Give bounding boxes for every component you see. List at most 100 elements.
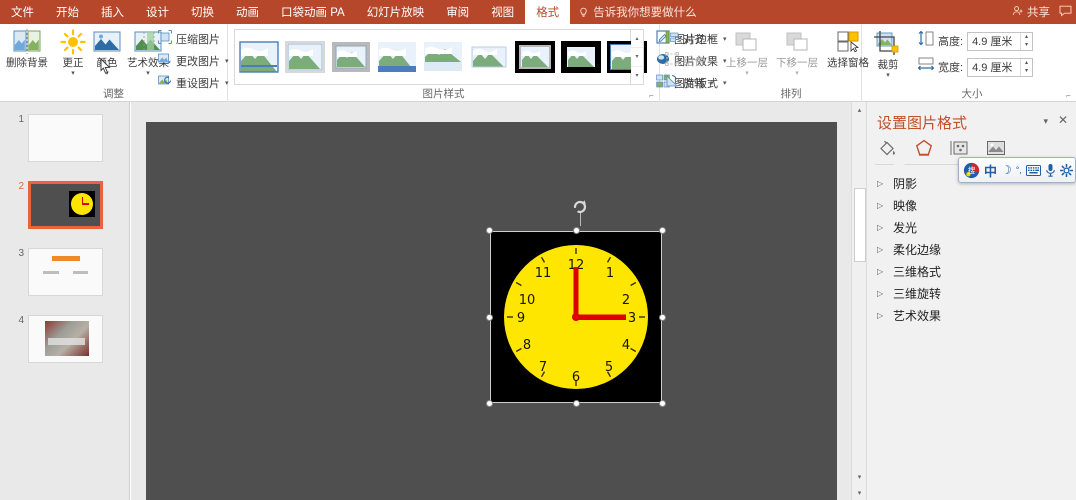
chevron-down-icon[interactable]: ▾	[710, 35, 714, 43]
close-icon[interactable]: ✕	[1058, 113, 1068, 127]
menu-tab-slideshow[interactable]: 幻灯片放映	[356, 0, 436, 24]
picture-style-thumb[interactable]	[331, 41, 371, 73]
resize-handle-s[interactable]	[572, 400, 580, 407]
resize-handle-sw[interactable]	[486, 400, 493, 407]
fill-line-tab[interactable]	[877, 138, 899, 158]
slide-thumbnail-panel[interactable]: 1 2 3 4	[0, 102, 130, 500]
picture-styles-gallery[interactable]	[234, 29, 647, 85]
gallery-scroll-controls[interactable]: ▴ ▾ ▾	[631, 29, 644, 85]
menu-tab-review[interactable]: 审阅	[435, 0, 480, 24]
chevron-down-icon[interactable]: ▾	[71, 70, 75, 77]
picture-selection-frame[interactable]	[485, 200, 667, 408]
picture-styles-dialog-launcher[interactable]: ⌐	[647, 91, 656, 100]
chevron-down-icon[interactable]: ▾	[886, 72, 890, 79]
tell-me-box[interactable]: 告诉我你想要做什么	[570, 0, 705, 24]
resize-handle-nw[interactable]	[486, 227, 493, 234]
rotate-handle-icon[interactable]	[572, 198, 588, 214]
bring-forward-button[interactable]: 上移一层 ▾	[722, 27, 772, 77]
punctuation-icon[interactable]: °,	[1016, 165, 1022, 175]
resize-handle-se[interactable]	[659, 400, 666, 407]
spin-down-icon[interactable]: ▾	[1021, 41, 1032, 50]
slide-thumbnail-1[interactable]: 1	[18, 114, 103, 162]
ime-logo-icon[interactable]: 搜	[963, 162, 980, 179]
spin-down-icon[interactable]: ▾	[1021, 67, 1032, 76]
slide-editing-area[interactable]: 12 1 2 3 4 5 6 7 8 9 10 11	[131, 102, 851, 500]
remove-background-button[interactable]: 删除背景	[3, 27, 51, 69]
slide-thumb-surface[interactable]	[28, 114, 103, 162]
chevron-down-icon[interactable]: ▾	[710, 57, 714, 65]
width-value[interactable]: 4.9 厘米	[968, 59, 1020, 75]
spin-up-icon[interactable]: ▴	[1021, 59, 1032, 68]
ime-floating-toolbar[interactable]: 搜 中 ☽ °,	[958, 157, 1076, 183]
crop-button[interactable]: 裁剪 ▾	[866, 29, 910, 79]
effects-tab[interactable]	[913, 138, 935, 158]
gallery-more-icon[interactable]: ▾	[631, 67, 643, 84]
picture-tab[interactable]	[985, 138, 1007, 158]
scroll-down-icon[interactable]: ▾	[852, 469, 867, 484]
canvas-vertical-scrollbar[interactable]: ▴ ▾ ▾	[851, 102, 866, 500]
picture-style-thumb[interactable]	[239, 41, 279, 73]
section-reflection[interactable]: ▷ 映像	[877, 194, 1067, 216]
compress-picture-button[interactable]: 压缩图片	[157, 29, 222, 49]
size-dialog-launcher[interactable]: ⌐	[1064, 91, 1073, 100]
moon-icon[interactable]: ☽	[1001, 163, 1012, 177]
width-spinner[interactable]: 4.9 厘米 ▴ ▾	[967, 57, 1034, 77]
resize-handle-w[interactable]	[486, 313, 493, 321]
rotate-button[interactable]: 旋转 ▾	[665, 73, 716, 93]
group-button[interactable]: 组合 ▾	[665, 51, 716, 71]
menu-tab-transitions[interactable]: 切换	[180, 0, 225, 24]
ime-settings-icon[interactable]	[1059, 163, 1073, 177]
menu-tab-view[interactable]: 视图	[480, 0, 525, 24]
height-spin-arrows[interactable]: ▴ ▾	[1020, 32, 1032, 50]
section-glow[interactable]: ▷ 发光	[877, 216, 1067, 238]
menu-tab-insert[interactable]: 插入	[90, 0, 135, 24]
chevron-down-icon[interactable]: ▾	[795, 70, 799, 77]
menu-tab-pocket-animation[interactable]: 口袋动画 PA	[270, 0, 356, 24]
resize-handle-e[interactable]	[659, 313, 666, 321]
resize-handle-n[interactable]	[572, 227, 580, 234]
picture-style-thumb[interactable]	[469, 41, 509, 73]
voice-input-icon[interactable]	[1045, 163, 1056, 177]
spin-up-icon[interactable]: ▴	[1021, 33, 1032, 42]
menu-tab-design[interactable]: 设计	[135, 0, 180, 24]
height-spinner[interactable]: 4.9 厘米 ▴ ▾	[967, 31, 1034, 51]
chinese-mode-icon[interactable]: 中	[984, 161, 997, 180]
share-button[interactable]: 共享	[1012, 4, 1050, 20]
menu-tab-file[interactable]: 文件	[0, 0, 45, 24]
chevron-down-icon[interactable]: ▾	[146, 70, 150, 77]
picture-style-thumb[interactable]	[561, 41, 601, 73]
size-properties-tab[interactable]	[949, 138, 971, 158]
chevron-down-icon[interactable]: ▾	[745, 70, 749, 77]
resize-handle-ne[interactable]	[659, 227, 666, 234]
gallery-scroll-down-icon[interactable]: ▾	[631, 48, 643, 67]
width-spin-arrows[interactable]: ▴ ▾	[1020, 58, 1032, 76]
scrollbar-thumb[interactable]	[854, 188, 866, 262]
chevron-down-icon[interactable]: ▾	[710, 79, 714, 87]
scroll-next-slide-icon[interactable]: ▾	[852, 485, 867, 500]
picture-style-thumb[interactable]	[284, 40, 326, 74]
chevron-down-icon[interactable]: ▾	[1043, 116, 1048, 127]
gallery-scroll-up-icon[interactable]: ▴	[631, 30, 643, 49]
section-3d-rotation[interactable]: ▷ 三维旋转	[877, 282, 1067, 304]
picture-style-thumb[interactable]	[423, 41, 463, 73]
slide-thumb-surface[interactable]	[28, 315, 103, 363]
scroll-up-icon[interactable]: ▴	[852, 102, 867, 117]
menu-tab-format[interactable]: 格式	[525, 0, 571, 24]
soft-keyboard-icon[interactable]	[1025, 164, 1041, 176]
send-backward-button[interactable]: 下移一层 ▾	[772, 27, 822, 77]
slide-thumb-surface[interactable]	[28, 248, 103, 296]
slide-thumb-surface[interactable]	[28, 181, 103, 229]
slide-thumbnail-2[interactable]: 2	[18, 181, 103, 229]
picture-style-thumb[interactable]	[515, 41, 555, 73]
change-picture-button[interactable]: 更改图片 ▾	[158, 51, 231, 71]
menu-tab-home[interactable]: 开始	[45, 0, 90, 24]
section-soft-edges[interactable]: ▷ 柔化边缘	[877, 238, 1067, 260]
slide-thumbnail-4[interactable]: 4	[18, 315, 103, 363]
picture-style-thumb[interactable]	[377, 41, 417, 73]
menu-tab-animations[interactable]: 动画	[225, 0, 270, 24]
section-3d-format[interactable]: ▷ 三维格式	[877, 260, 1067, 282]
height-value[interactable]: 4.9 厘米	[968, 33, 1020, 49]
section-artistic-effects[interactable]: ▷ 艺术效果	[877, 304, 1067, 326]
slide-thumbnail-3[interactable]: 3	[18, 248, 103, 296]
comment-icon[interactable]	[1059, 5, 1072, 20]
